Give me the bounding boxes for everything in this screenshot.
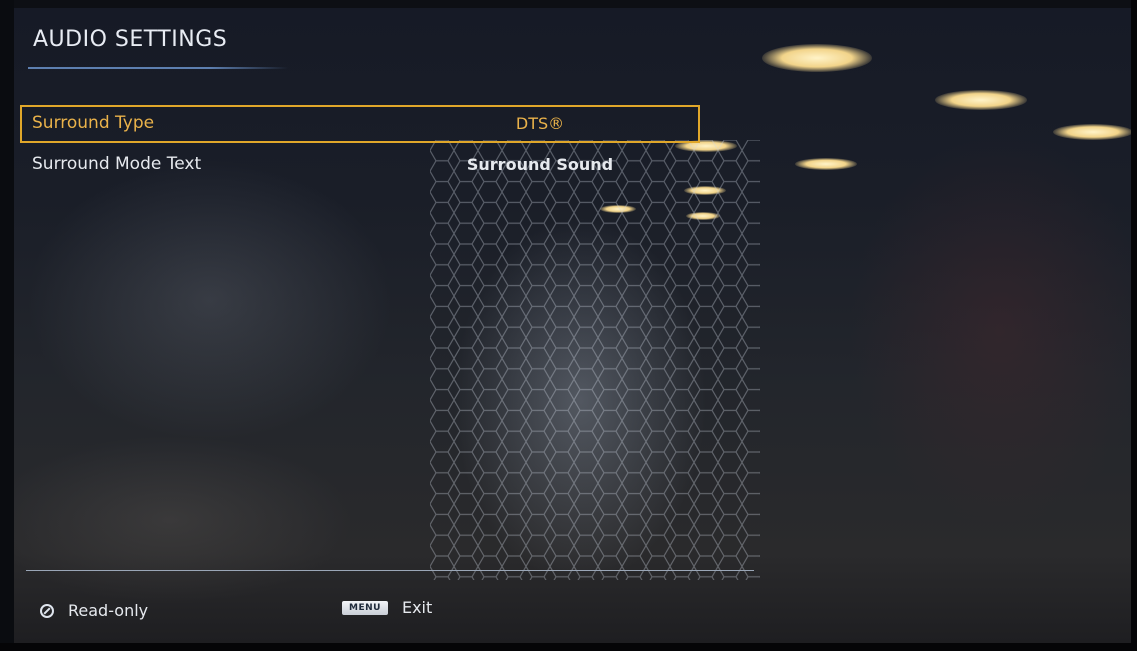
screen-bezel-top: [0, 0, 1137, 8]
setting-label: Surround Type: [32, 113, 155, 133]
screen-bezel-left: [0, 0, 14, 651]
ceiling-light-reflection: [762, 44, 872, 72]
footer-divider: [26, 570, 754, 571]
readonly-hint: Read-only: [40, 601, 148, 620]
ceiling-light-reflection: [935, 90, 1027, 110]
setting-row-surround-mode-text[interactable]: Surround Mode Text Surround Sound: [20, 147, 700, 185]
setting-value: DTS®: [515, 114, 565, 133]
no-entry-icon: [40, 603, 54, 618]
setting-value: Surround Sound: [466, 155, 614, 174]
tv-screen: AUDIO SETTINGS Surround Type DTS® Surrou…: [0, 0, 1137, 651]
screen-bezel-bottom: [0, 643, 1137, 651]
menu-key-icon: MENU: [342, 600, 388, 615]
page-title: AUDIO SETTINGS: [33, 27, 228, 52]
title-underline: [28, 67, 288, 69]
ceiling-light-reflection: [1053, 124, 1133, 140]
exit-hint[interactable]: MENU Exit: [342, 598, 432, 617]
readonly-label: Read-only: [68, 601, 149, 620]
setting-row-surround-type[interactable]: Surround Type DTS®: [20, 105, 700, 143]
ceiling-light-reflection: [795, 158, 857, 170]
setting-label: Surround Mode Text: [32, 154, 202, 174]
hexagon-reflection-pattern: [430, 140, 760, 580]
exit-label: Exit: [401, 598, 433, 617]
screen-bezel-right: [1131, 0, 1137, 651]
